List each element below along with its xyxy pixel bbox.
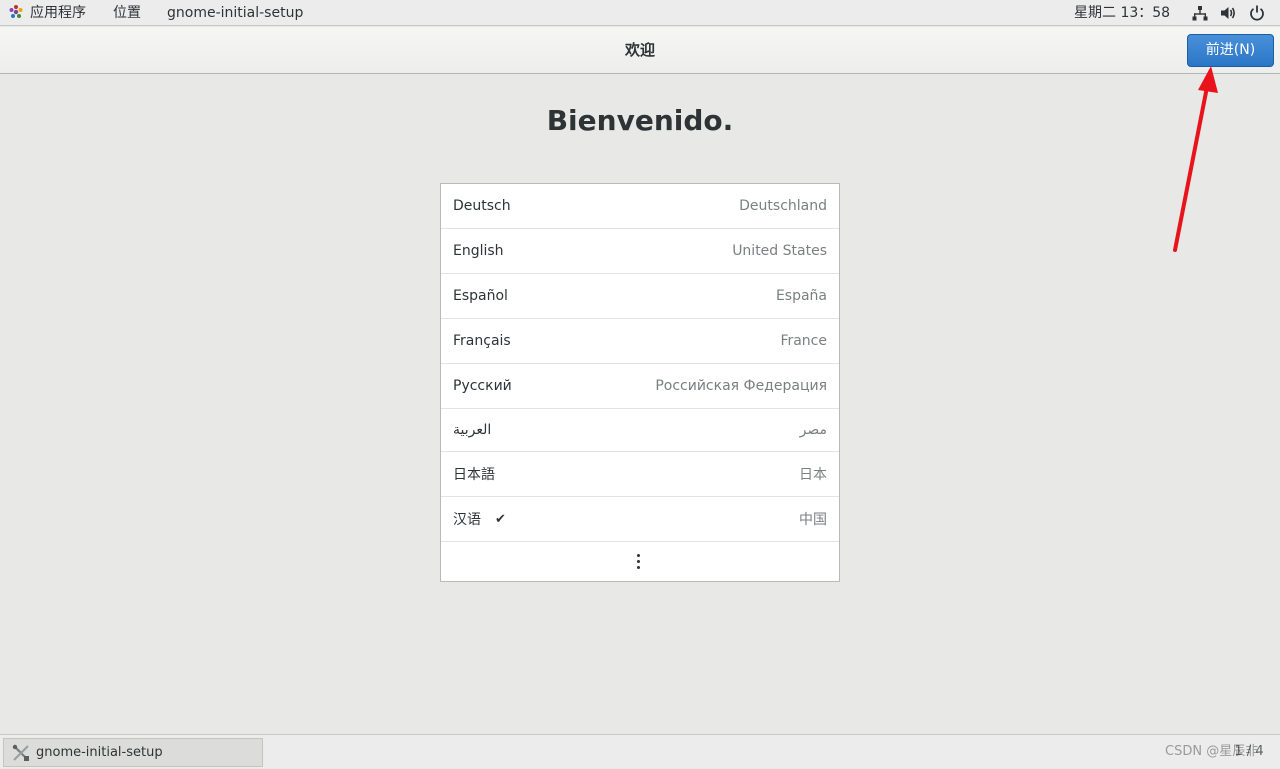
language-region: United States <box>732 243 827 259</box>
language-name: Русский <box>453 378 512 394</box>
language-row-arabic[interactable]: العربية مصر <box>441 409 839 452</box>
workspace-indicator[interactable]: 1 / 4 <box>1226 742 1272 762</box>
header-bar: 欢迎 前进(N) <box>0 27 1280 74</box>
setup-tools-icon <box>12 744 29 761</box>
more-languages-button[interactable] <box>441 542 839 580</box>
places-menu[interactable]: 位置 <box>113 0 141 26</box>
language-name: Deutsch <box>453 198 511 214</box>
network-icon[interactable] <box>1191 4 1209 22</box>
checkmark-icon: ✔ <box>495 511 506 527</box>
applications-menu-label: 应用程序 <box>30 5 86 21</box>
applications-icon <box>9 5 23 18</box>
welcome-heading: Bienvenido. <box>546 104 734 137</box>
active-app-title[interactable]: gnome-initial-setup <box>167 0 303 26</box>
taskbar-window-button[interactable]: gnome-initial-setup <box>3 738 263 767</box>
language-row-espanol[interactable]: Español España <box>441 274 839 319</box>
language-name-selected: 汉语 ✔ <box>453 497 506 541</box>
language-name: Español <box>453 288 508 304</box>
power-icon[interactable] <box>1248 4 1266 22</box>
language-list: Deutsch Deutschland English United State… <box>440 183 840 582</box>
language-name: 汉语 <box>453 512 481 528</box>
language-name: Français <box>453 333 511 349</box>
clock[interactable]: 星期二 13：58 <box>1074 0 1170 26</box>
language-row-english[interactable]: English United States <box>441 229 839 274</box>
applications-menu[interactable]: 应用程序 <box>8 0 86 26</box>
language-row-russian[interactable]: Русский Российская Федерация <box>441 364 839 409</box>
language-row-francais[interactable]: Français France <box>441 319 839 364</box>
language-row-deutsch[interactable]: Deutsch Deutschland <box>441 184 839 229</box>
language-region: مصر <box>799 422 827 438</box>
volume-icon[interactable] <box>1219 4 1237 22</box>
language-region: 中国 <box>799 512 827 528</box>
annotation-arrow-icon <box>1173 66 1218 252</box>
vertical-ellipsis-icon <box>637 554 641 570</box>
bottom-panel: gnome-initial-setup CSDN @星辰非 1 / 4 <box>0 734 1280 768</box>
taskbar-window-label: gnome-initial-setup <box>36 745 163 760</box>
language-region: France <box>780 333 827 349</box>
language-region: 日本 <box>799 467 827 483</box>
language-region: Российская Федерация <box>655 378 827 394</box>
language-name: 日本語 <box>453 467 495 483</box>
top-panel: 应用程序 位置 gnome-initial-setup 星期二 13：58 <box>0 0 1280 26</box>
language-row-chinese[interactable]: 汉语 ✔ 中国 <box>441 497 839 542</box>
language-name: العربية <box>453 422 492 438</box>
language-name: English <box>453 243 504 259</box>
language-row-japanese[interactable]: 日本語 日本 <box>441 452 839 497</box>
language-region: Deutschland <box>739 198 827 214</box>
page-title: 欢迎 <box>624 41 655 59</box>
language-region: España <box>775 288 827 304</box>
